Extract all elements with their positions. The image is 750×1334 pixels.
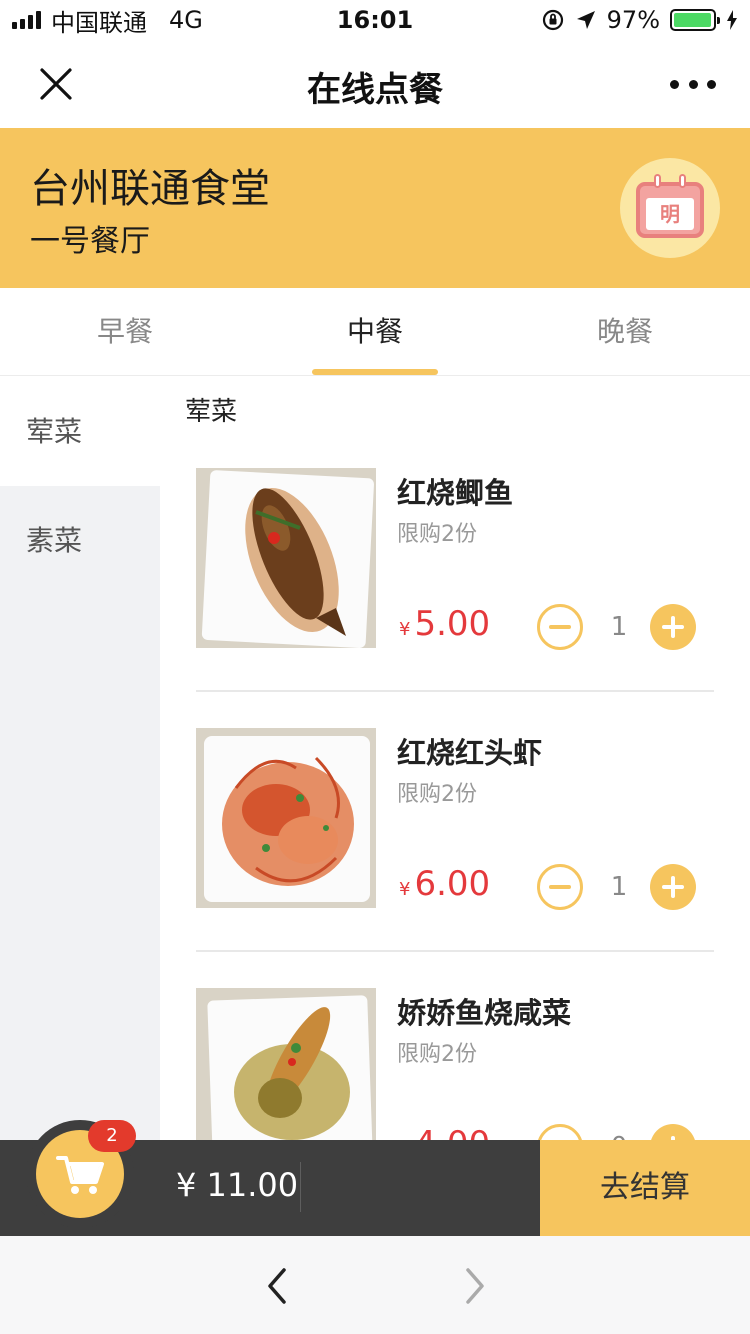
restaurant-header: 台州联通食堂 一号餐厅 明 bbox=[0, 128, 750, 288]
restaurant-name: 台州联通食堂 bbox=[30, 166, 270, 212]
price-value: 4.00 bbox=[414, 1124, 490, 1140]
dish-image-braised-shrimp[interactable] bbox=[196, 728, 376, 908]
section-title: 荤菜 bbox=[185, 397, 238, 427]
dish-item: 红烧红头虾 限购2份 ¥6.00 1 bbox=[196, 728, 714, 988]
checkout-button[interactable]: 去结算 bbox=[540, 1140, 750, 1236]
decrease-button[interactable] bbox=[537, 604, 583, 650]
dish-price: ¥5.00 bbox=[399, 604, 490, 644]
dish-photo bbox=[196, 468, 376, 648]
divider bbox=[300, 1162, 301, 1212]
quantity-value: 1 bbox=[610, 612, 628, 642]
dish-image-braised-crucian-carp[interactable] bbox=[196, 468, 376, 648]
decrease-button[interactable] bbox=[537, 864, 583, 910]
calendar-icon: 明 bbox=[636, 174, 704, 238]
status-bar: 中国联通 4G 16:01 97% bbox=[0, 0, 750, 40]
dish-name: 红烧鲫鱼 bbox=[397, 476, 514, 510]
dish-photo bbox=[196, 988, 376, 1140]
price-value: 5.00 bbox=[414, 604, 491, 644]
tab-lunch[interactable]: 中餐 bbox=[250, 288, 500, 375]
quantity-value: 1 bbox=[610, 872, 628, 902]
battery-percent: 97% bbox=[606, 6, 660, 34]
more-dots-icon[interactable] bbox=[670, 70, 716, 98]
category-meat[interactable]: 荤菜 bbox=[0, 377, 160, 486]
cart-count-badge: 2 bbox=[88, 1120, 136, 1152]
currency-symbol: ¥ bbox=[399, 619, 411, 640]
dish-name: 娇娇鱼烧咸菜 bbox=[397, 996, 572, 1030]
dish-limit: 限购2份 bbox=[397, 522, 477, 547]
increase-button[interactable] bbox=[650, 604, 696, 650]
status-right: 97% bbox=[541, 6, 738, 34]
charging-bolt-icon bbox=[727, 10, 737, 30]
dish-limit: 限购2份 bbox=[397, 1042, 477, 1067]
tab-breakfast[interactable]: 早餐 bbox=[0, 288, 250, 375]
forward-arrow-icon[interactable] bbox=[460, 1266, 490, 1306]
back-arrow-icon[interactable] bbox=[262, 1266, 292, 1306]
dish-limit: 限购2份 bbox=[397, 782, 477, 807]
page-title: 在线点餐 bbox=[307, 70, 443, 110]
meal-tabs: 早餐 中餐 晚餐 bbox=[0, 288, 750, 376]
cart-total: ¥ 11.00 bbox=[176, 1166, 299, 1204]
divider bbox=[196, 690, 714, 692]
browser-nav bbox=[0, 1236, 750, 1334]
tab-dinner[interactable]: 晚餐 bbox=[500, 288, 750, 375]
dish-image-fish-with-pickles[interactable] bbox=[196, 988, 376, 1140]
dish-price: ¥6.00 bbox=[399, 864, 490, 904]
dish-price: ¥4.00 bbox=[399, 1124, 490, 1140]
decrease-button[interactable] bbox=[537, 1124, 583, 1140]
dish-list[interactable]: 荤菜 红烧鲫鱼 限购2份 ¥5.00 1 红烧红头虾 限购2份 ¥ 6.00 1… bbox=[160, 377, 750, 1140]
increase-button[interactable] bbox=[650, 864, 696, 910]
battery-fill bbox=[674, 13, 711, 27]
currency-symbol: ¥ bbox=[399, 879, 411, 900]
increase-button[interactable] bbox=[650, 1124, 696, 1140]
calendar-button[interactable]: 明 bbox=[620, 158, 720, 258]
nav-bar: 在线点餐 bbox=[0, 40, 750, 128]
category-sidebar: 荤菜 素菜 bbox=[0, 377, 160, 1140]
restaurant-hall: 一号餐厅 bbox=[30, 224, 150, 259]
dish-photo bbox=[196, 728, 376, 908]
dish-name: 红烧红头虾 bbox=[397, 736, 543, 770]
calendar-label: 明 bbox=[646, 198, 694, 230]
category-vegetable[interactable]: 素菜 bbox=[0, 486, 160, 595]
dish-item: 娇娇鱼烧咸菜 限购2份 ¥4.00 0 bbox=[196, 988, 714, 1140]
price-value: 6.00 bbox=[414, 864, 491, 904]
dish-item: 红烧鲫鱼 限购2份 ¥5.00 1 bbox=[196, 468, 714, 728]
divider bbox=[196, 950, 714, 952]
location-arrow-icon bbox=[576, 11, 595, 29]
battery-icon bbox=[670, 9, 720, 31]
quantity-value: 0 bbox=[601, 1124, 637, 1140]
rotation-lock-icon bbox=[542, 9, 563, 31]
